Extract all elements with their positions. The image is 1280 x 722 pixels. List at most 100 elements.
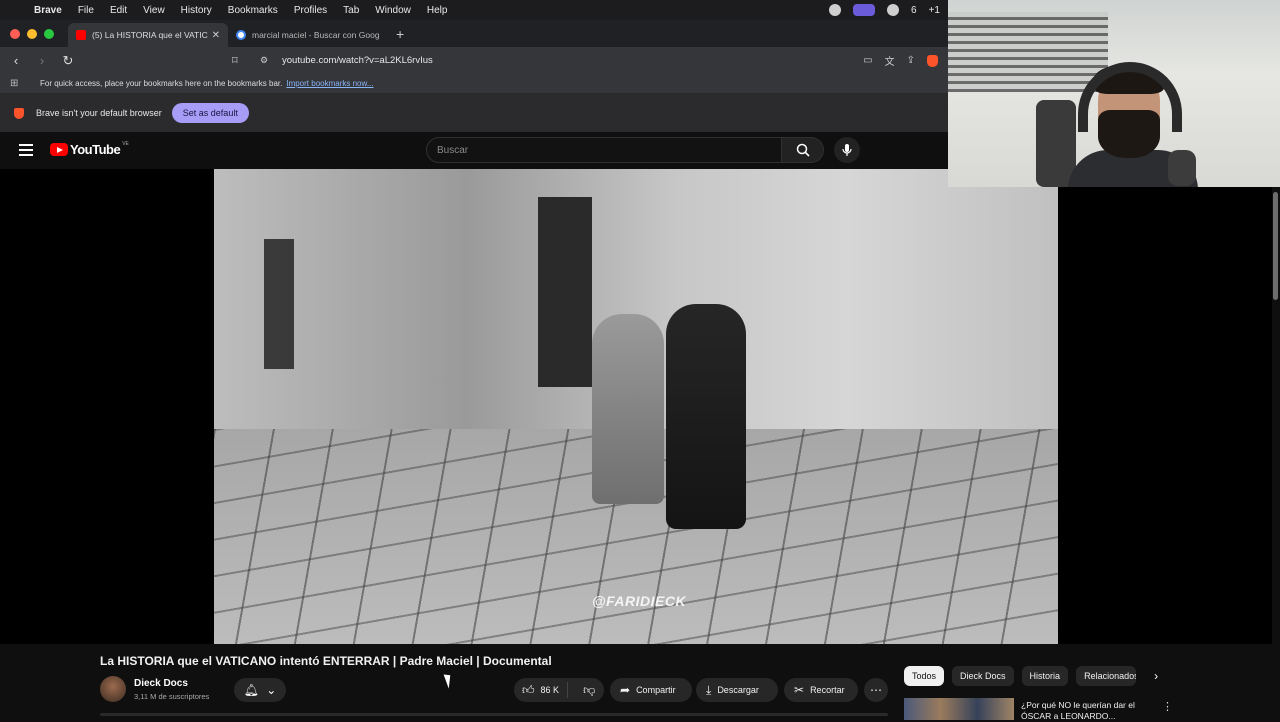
download-label: Descargar [717, 685, 759, 695]
site-settings-icon[interactable]: ⚙ [260, 55, 278, 66]
menu-tab[interactable]: Tab [343, 5, 359, 16]
search-icon [796, 143, 810, 157]
close-tab-icon[interactable]: ✕ [212, 30, 220, 41]
download-button[interactable]: ⤓ Descargar [696, 678, 778, 702]
minimize-window-button[interactable] [27, 28, 37, 39]
video-scene-figure [666, 304, 746, 529]
bell-icon: 🔔︎ [243, 683, 259, 697]
page-scrollbar-thumb[interactable] [1273, 192, 1278, 300]
scissors-icon: ✂ [794, 683, 805, 697]
reload-icon[interactable]: ↻ [58, 53, 78, 69]
toolbar-actions: ▭ 文 ⇪ [863, 53, 938, 68]
address-bar[interactable]: ⌑ ⚙ youtube.com/watch?v=aL2KL6rvIus [232, 49, 940, 71]
youtube-favicon-icon [76, 30, 86, 40]
tab-google-search[interactable]: marcial maciel - Buscar con Google [228, 23, 388, 47]
translate-icon[interactable]: 文 [885, 53, 895, 68]
channel-avatar[interactable] [100, 676, 126, 702]
webcam-overlay [948, 0, 1280, 187]
like-dislike-group: 👍︎ 86 K 👎︎ [514, 678, 604, 702]
menu-app-brave[interactable]: Brave [34, 5, 62, 16]
channel-name[interactable]: Dieck Docs [134, 678, 188, 689]
youtube-wordmark: YouTube [70, 142, 121, 157]
apps-grid-icon[interactable]: ⊞ [10, 78, 22, 89]
clip-label: Recortar [810, 685, 845, 695]
share-icon[interactable]: ⇪ [907, 55, 915, 66]
thumbs-up-icon: 👍︎ [522, 683, 535, 697]
brave-shields-icon[interactable] [927, 54, 938, 67]
menu-history[interactable]: History [181, 5, 212, 16]
menu-bookmarks[interactable]: Bookmarks [228, 5, 278, 16]
import-bookmarks-link[interactable]: Import bookmarks now... [286, 79, 373, 88]
tab-youtube[interactable]: (5) La HISTORIA que el VATICA ✕ [68, 23, 228, 47]
menu-bar-status-area: 6 +1 [829, 4, 940, 16]
status-count[interactable]: 6 [911, 5, 917, 16]
url-text[interactable]: youtube.com/watch?v=aL2KL6rvIus [282, 55, 433, 66]
menu-profiles[interactable]: Profiles [294, 5, 327, 16]
chip-dieck-docs[interactable]: Dieck Docs [952, 666, 1014, 686]
chip-relacionados[interactable]: Relacionados [1076, 666, 1137, 686]
back-icon[interactable]: ‹ [6, 53, 26, 68]
related-video-title[interactable]: ¿Por qué NO le querían dar el ÓSCAR a LE… [1021, 700, 1151, 722]
related-filter-chips: Todos Dieck Docs Historia Relacionados › [904, 666, 1158, 686]
dislike-button[interactable]: 👎︎ [574, 684, 604, 696]
thumbs-down-icon: 👎︎ [583, 683, 596, 697]
youtube-header: YouTube VE Buscar [0, 132, 948, 169]
download-icon: ⤓ [706, 683, 712, 697]
like-button[interactable]: 👍︎ 86 K [514, 682, 569, 698]
bookmarks-bar: ⊞ For quick access, place your bookmarks… [0, 74, 948, 94]
tab-title: marcial maciel - Buscar con Google [252, 30, 380, 40]
notification-bell-button[interactable]: 🔔︎ ⌄ [234, 678, 286, 702]
video-watermark: @FARIDIECK [592, 593, 687, 609]
close-window-button[interactable] [10, 28, 20, 39]
chip-todos[interactable]: Todos [904, 666, 945, 686]
subscriber-count: 3,11 M de suscriptores [134, 692, 210, 701]
video-title: La HISTORIA que el VATICANO intentó ENTE… [100, 654, 552, 668]
more-vertical-icon[interactable]: ⋮ [1162, 700, 1173, 713]
forward-icon[interactable]: › [32, 53, 52, 68]
status-icon[interactable] [829, 4, 842, 16]
search-input[interactable]: Buscar [426, 137, 782, 163]
browser-toolbar: ‹ › ↻ ⌑ ⚙ youtube.com/watch?v=aL2KL6rvIu… [0, 47, 948, 74]
new-tab-icon[interactable]: + [396, 26, 404, 42]
search-button[interactable] [782, 137, 824, 163]
country-code: VE [122, 140, 129, 147]
zoom-window-button[interactable] [44, 28, 54, 39]
cast-icon[interactable]: ▭ [863, 55, 872, 66]
more-horizontal-icon: ⋯ [870, 683, 882, 697]
set-as-default-button[interactable]: Set as default [171, 103, 249, 123]
description-divider [100, 713, 888, 716]
bookmark-icon[interactable]: ⌑ [232, 54, 248, 67]
video-scene-door [538, 197, 592, 387]
menu-window[interactable]: Window [375, 5, 411, 16]
voice-search-button[interactable] [834, 137, 860, 163]
status-plus[interactable]: +1 [929, 5, 940, 16]
microphone-icon [842, 144, 852, 156]
default-browser-infobar: Brave isn't your default browser Set as … [0, 94, 948, 132]
youtube-logo[interactable]: YouTube VE [50, 140, 129, 157]
menu-view[interactable]: View [143, 5, 165, 16]
chevron-right-icon[interactable]: › [1154, 669, 1158, 683]
browser-tab-bar: (5) La HISTORIA que el VATICA ✕ marcial … [0, 20, 948, 47]
brave-logo-icon [14, 107, 24, 119]
related-video-thumbnail[interactable] [904, 698, 1014, 720]
screen-record-icon[interactable] [853, 4, 876, 16]
google-favicon-icon [236, 30, 246, 40]
video-frame[interactable]: @FARIDIECK [214, 169, 1058, 644]
hamburger-menu-icon[interactable] [19, 144, 33, 156]
vpn-shield-icon[interactable] [887, 4, 900, 16]
menu-edit[interactable]: Edit [110, 5, 127, 16]
webcam-background-window [948, 12, 1108, 92]
video-scene-window [264, 239, 294, 369]
clip-button[interactable]: ✂ Recortar [784, 678, 858, 702]
menu-help[interactable]: Help [427, 5, 448, 16]
share-button[interactable]: ➦ Compartir [610, 678, 692, 702]
more-actions-button[interactable]: ⋯ [864, 678, 888, 702]
menu-file[interactable]: File [78, 5, 94, 16]
window-controls [10, 28, 54, 39]
tab-title: (5) La HISTORIA que el VATICA [92, 30, 208, 40]
apple-icon[interactable] [12, 3, 26, 17]
chip-historia[interactable]: Historia [1021, 666, 1069, 686]
video-player[interactable]: @FARIDIECK [0, 169, 1280, 644]
like-count: 86 K [540, 685, 560, 695]
chevron-down-icon: ⌄ [266, 683, 277, 697]
